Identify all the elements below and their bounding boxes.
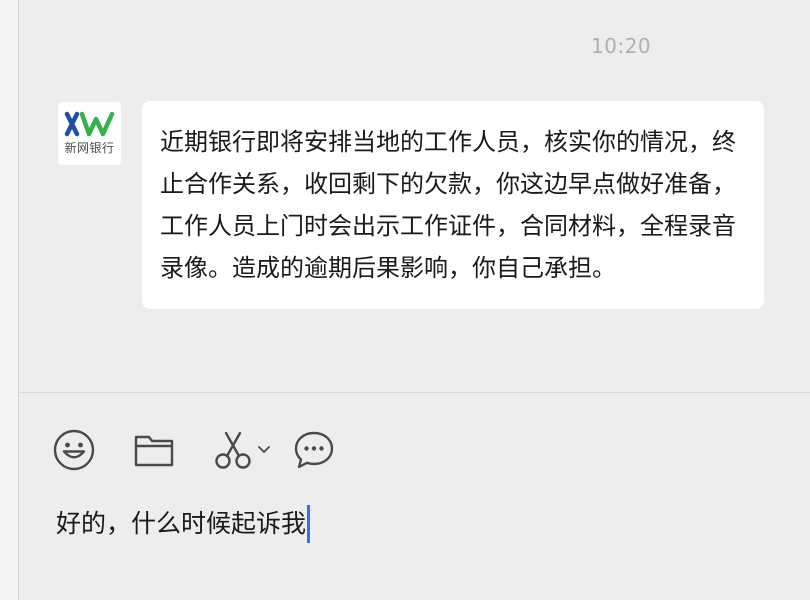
left-panel-edge	[0, 0, 19, 600]
avatar-name: 新网银行	[64, 141, 115, 155]
chat-history-button[interactable]	[292, 428, 336, 472]
scissors-icon	[215, 431, 251, 469]
message-input-field[interactable]: 好的，什么时候起诉我	[56, 503, 311, 545]
chevron-down-icon[interactable]	[257, 445, 271, 455]
message-input-text: 好的，什么时候起诉我	[56, 509, 307, 538]
xw-logo-icon	[64, 111, 114, 137]
composer-area	[19, 393, 810, 600]
incoming-message-bubble[interactable]: 近期银行即将安排当地的工作人员，核实你的情况，终止合作关系，收回剩下的欠款，你这…	[142, 101, 764, 309]
folder-icon	[134, 435, 174, 467]
emoji-icon	[53, 429, 95, 471]
send-file-button[interactable]	[132, 428, 176, 472]
message-timestamp: 10:20	[591, 34, 652, 58]
chat-bubble-icon	[294, 431, 334, 469]
screenshot-button[interactable]	[213, 428, 277, 472]
text-caret	[307, 505, 311, 543]
contact-avatar[interactable]: 新网银行	[58, 102, 121, 165]
chat-message-area: 10:20 新网银行 近期银行即将安排当地的工作人员，核实你的情况，终止合作关系…	[19, 0, 810, 393]
emoji-button[interactable]	[52, 428, 96, 472]
